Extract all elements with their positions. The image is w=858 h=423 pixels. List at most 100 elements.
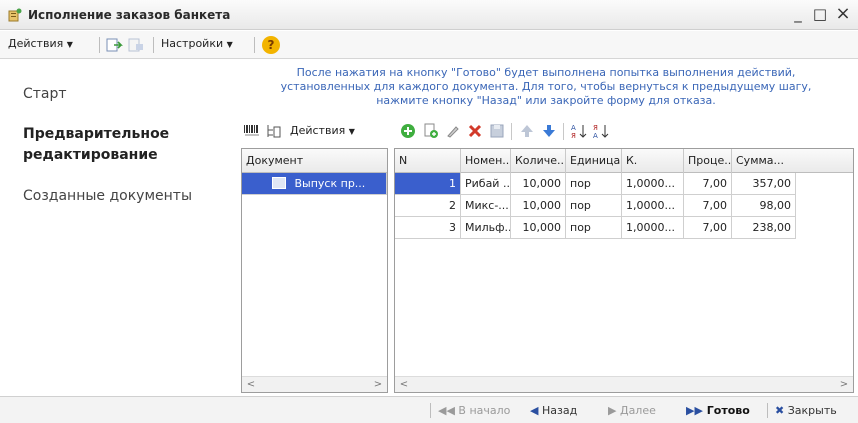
move-up-icon[interactable] [518, 122, 536, 140]
column-header-k[interactable]: К. [622, 149, 684, 173]
minimize-button[interactable]: _ [789, 5, 807, 23]
save-icon[interactable] [488, 122, 506, 140]
barcode-icon[interactable] [243, 122, 261, 140]
sort-descending-icon[interactable]: Я A [592, 122, 610, 140]
list-go-icon[interactable] [105, 36, 123, 54]
to-start-button[interactable]: ◀◀ В начало [438, 404, 510, 417]
column-header-document[interactable]: Документ [242, 149, 387, 173]
close-form-label: Закрыть [787, 404, 837, 417]
column-header-percent[interactable]: Проце... [684, 149, 732, 173]
table-header: Документ [242, 149, 387, 173]
column-header-n[interactable]: N [395, 149, 461, 173]
table-header: N Номен... Количе... Единица К. Проце...… [395, 149, 853, 173]
toolbar-divider [254, 37, 255, 53]
cell-percent[interactable]: 7,00 [684, 173, 732, 195]
close-icon: ✖ [775, 404, 785, 417]
cell-percent[interactable]: 7,00 [684, 217, 732, 239]
column-header-unit[interactable]: Единица [566, 149, 622, 173]
table-row[interactable]: 2 Микс-... 10,000 пор 1,0000... 7,00 98,… [395, 195, 853, 217]
tree-view-icon[interactable] [264, 122, 282, 140]
finish-label: Готово [706, 404, 750, 417]
wizard-steps: Старт Предварительное редактирование Соз… [0, 60, 232, 396]
close-button[interactable]: × [834, 5, 852, 23]
wizard-footer: ◀◀ В начало ◀ Назад ▶ Далее ▶▶ Готово ✖ … [0, 396, 858, 423]
document-icon [272, 177, 286, 189]
move-down-icon[interactable] [540, 122, 558, 140]
horizontal-scrollbar[interactable]: < > [242, 376, 387, 392]
cell-percent[interactable]: 7,00 [684, 195, 732, 217]
step-created-documents[interactable]: Созданные документы [23, 186, 192, 207]
cell-quantity[interactable]: 10,000 [511, 173, 566, 195]
toolbar-divider [153, 37, 154, 53]
back-label: Назад [541, 404, 578, 417]
table-row[interactable]: 1 Рибай ... 10,000 пор 1,0000... 7,00 35… [395, 173, 853, 195]
cell-n[interactable]: 2 [395, 195, 461, 217]
list-disabled-icon[interactable] [127, 36, 145, 54]
cell-quantity[interactable]: 10,000 [511, 195, 566, 217]
svg-text:A: A [593, 132, 598, 140]
svg-text:Я: Я [593, 124, 598, 132]
cell-sum[interactable]: 357,00 [732, 173, 796, 195]
chevron-down-icon: ▼ [348, 127, 355, 136]
cell-sum[interactable]: 238,00 [732, 217, 796, 239]
back-button[interactable]: ◀ Назад [530, 404, 577, 417]
items-table[interactable]: N Номен... Количе... Единица К. Проце...… [394, 148, 854, 393]
main-toolbar: Действия ▼ Настройки ▼ ? [0, 31, 858, 59]
cell-nomenclature[interactable]: Мильф... [461, 217, 511, 239]
delete-icon[interactable] [466, 122, 484, 140]
footer-divider [430, 403, 431, 418]
to-start-label: В начало [458, 404, 511, 417]
scroll-left-icon[interactable]: < [244, 378, 258, 392]
column-header-sum[interactable]: Сумма... [732, 149, 853, 173]
toolbar-divider [563, 123, 564, 140]
close-form-button[interactable]: ✖ Закрыть [775, 404, 837, 417]
cell-nomenclature[interactable]: Рибай ... [461, 173, 511, 195]
column-header-quantity[interactable]: Количе... [511, 149, 566, 173]
scroll-right-icon[interactable]: > [837, 378, 851, 392]
fast-forward-icon: ▶▶ [686, 404, 703, 417]
scroll-left-icon[interactable]: < [397, 378, 411, 392]
table-row[interactable]: 3 Мильф... 10,000 пор 1,0000... 7,00 238… [395, 217, 853, 239]
chevron-down-icon: ▼ [226, 40, 233, 49]
panel-actions-menu[interactable]: Действия ▼ [290, 124, 355, 137]
toolbar-divider [511, 123, 512, 140]
step-preliminary-editing[interactable]: Предварительное редактирование [23, 124, 213, 166]
horizontal-scrollbar[interactable]: < > [395, 376, 853, 392]
cell-k[interactable]: 1,0000... [622, 217, 684, 239]
finish-button[interactable]: ▶▶ Готово [686, 404, 750, 417]
table-row[interactable]: Выпуск пр... [242, 173, 387, 195]
svg-text:A: A [571, 124, 576, 132]
sort-ascending-icon[interactable]: A Я [570, 122, 588, 140]
documents-table[interactable]: Документ Выпуск пр... < > [241, 148, 388, 393]
cell-unit[interactable]: пор [566, 217, 622, 239]
next-icon: ▶ [608, 404, 617, 417]
scroll-right-icon[interactable]: > [371, 378, 385, 392]
footer-divider [767, 403, 768, 418]
edit-icon[interactable] [444, 122, 462, 140]
cell-unit[interactable]: пор [566, 195, 622, 217]
add-icon[interactable] [399, 122, 417, 140]
form-icon [8, 8, 22, 22]
rewind-icon: ◀◀ [438, 404, 455, 417]
actions-menu[interactable]: Действия ▼ [8, 37, 73, 50]
hint-text: После нажатия на кнопку "Готово" будет в… [240, 66, 852, 108]
next-button[interactable]: ▶ Далее [608, 404, 656, 417]
svg-text:Я: Я [571, 132, 576, 140]
cell-quantity[interactable]: 10,000 [511, 217, 566, 239]
cell-n[interactable]: 1 [395, 173, 461, 195]
cell-sum[interactable]: 98,00 [732, 195, 796, 217]
help-icon[interactable]: ? [262, 36, 280, 54]
document-cell[interactable]: Выпуск пр... [242, 173, 387, 195]
column-header-nomenclature[interactable]: Номен... [461, 149, 511, 173]
settings-menu[interactable]: Настройки ▼ [161, 37, 233, 50]
hint-line: установленных для каждого документа. Для… [280, 80, 812, 93]
maximize-button[interactable]: □ [811, 5, 829, 23]
cell-nomenclature[interactable]: Микс-... [461, 195, 511, 217]
copy-add-icon[interactable] [422, 122, 440, 140]
cell-k[interactable]: 1,0000... [622, 173, 684, 195]
cell-n[interactable]: 3 [395, 217, 461, 239]
cell-unit[interactable]: пор [566, 173, 622, 195]
cell-k[interactable]: 1,0000... [622, 195, 684, 217]
step-start[interactable]: Старт [23, 84, 67, 105]
window-title: Исполнение заказов банкета [28, 8, 231, 22]
